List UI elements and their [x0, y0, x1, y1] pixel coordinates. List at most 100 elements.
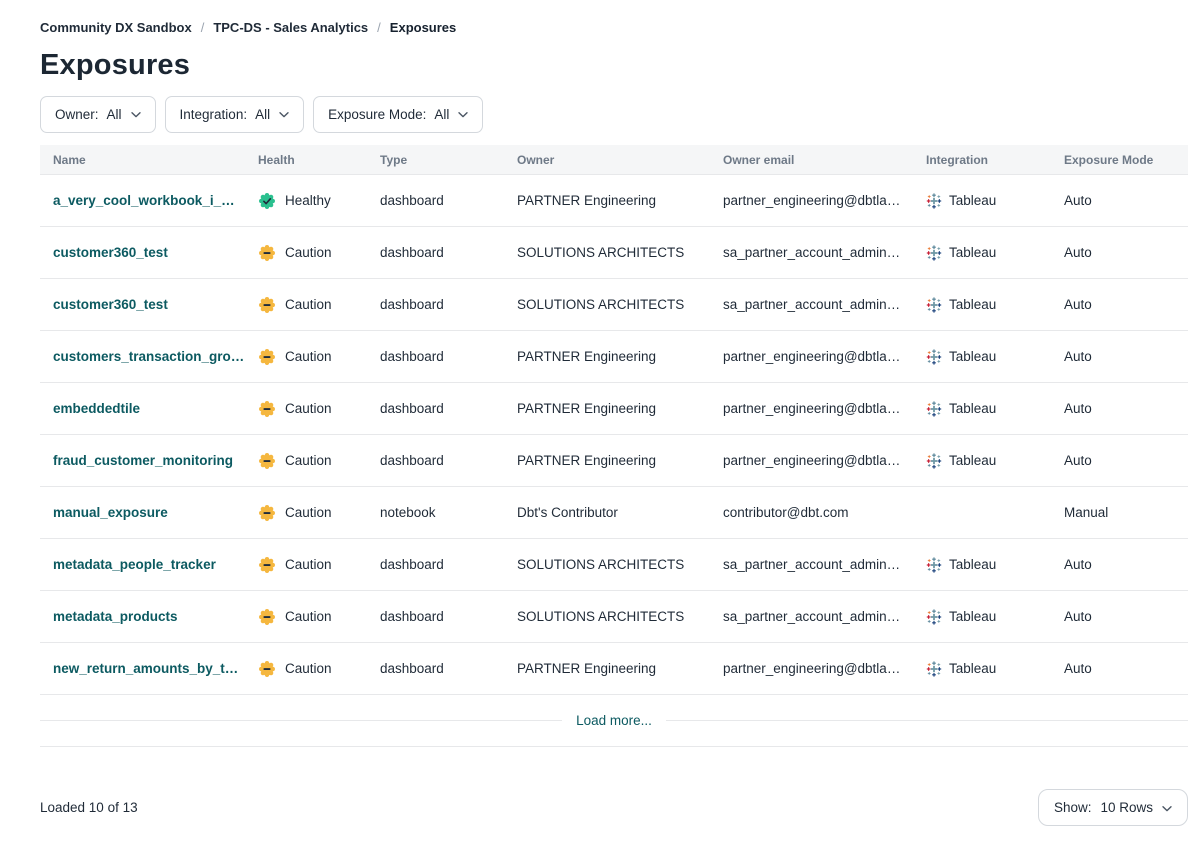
health-status-label: Caution — [285, 401, 332, 416]
exposure-name-link[interactable]: customer360_test — [53, 297, 168, 312]
name-cell: new_return_amounts_by_t… — [53, 661, 258, 676]
exposure-name-link[interactable]: metadata_people_tracker — [53, 557, 216, 572]
integration-label: Tableau — [949, 401, 996, 416]
tableau-icon — [926, 297, 942, 313]
table-row: customer360_test Caution dashboard — [40, 279, 1188, 331]
table-row: metadata_people_tracker Caution da — [40, 539, 1188, 591]
tableau-icon — [926, 193, 942, 209]
owner-filter-value: All — [107, 107, 122, 122]
health-cell: Caution — [258, 556, 380, 574]
exposure-mode: Manual — [1064, 505, 1188, 520]
exposure-type: dashboard — [380, 193, 517, 208]
exposure-type: dashboard — [380, 297, 517, 312]
health-status-icon — [258, 400, 276, 418]
health-cell: Caution — [258, 296, 380, 314]
integration-label: Tableau — [949, 245, 996, 260]
tableau-icon — [926, 245, 942, 261]
show-rows-value: 10 Rows — [1100, 800, 1153, 815]
health-status-icon — [258, 660, 276, 678]
exposure-mode: Auto — [1064, 401, 1188, 416]
owner-email: partner_engineering@dbtla… — [723, 453, 926, 468]
owner-email: sa_partner_account_admin… — [723, 609, 926, 624]
health-cell: Caution — [258, 452, 380, 470]
load-more-link[interactable]: Load more... — [562, 713, 666, 728]
column-header-owner-email: Owner email — [723, 153, 926, 167]
exposure-name-link[interactable]: customer360_test — [53, 245, 168, 260]
owner-name: PARTNER Engineering — [517, 661, 723, 676]
health-status-icon — [258, 348, 276, 366]
exposure-mode-filter-dropdown[interactable]: Exposure Mode: All — [313, 96, 483, 133]
health-cell: Caution — [258, 660, 380, 678]
health-status-label: Healthy — [285, 193, 331, 208]
breadcrumb-account-link[interactable]: Community DX Sandbox — [40, 20, 192, 35]
owner-name: PARTNER Engineering — [517, 401, 723, 416]
name-cell: fraud_customer_monitoring — [53, 453, 258, 468]
health-status-icon — [258, 504, 276, 522]
integration-label: Tableau — [949, 557, 996, 572]
exposure-name-link[interactable]: customers_transaction_gro… — [53, 349, 244, 364]
owner-email: partner_engineering@dbtla… — [723, 401, 926, 416]
tableau-icon — [926, 661, 942, 677]
chevron-down-icon — [279, 112, 289, 118]
table-row: metadata_products Caution dashboar — [40, 591, 1188, 643]
owner-email: partner_engineering@dbtla… — [723, 193, 926, 208]
breadcrumb-separator: / — [377, 20, 381, 35]
tableau-icon — [926, 453, 942, 469]
integration-label: Tableau — [949, 297, 996, 312]
table-body: a_very_cool_workbook_i_… Healthy d — [40, 175, 1188, 695]
exposure-name-link[interactable]: fraud_customer_monitoring — [53, 453, 233, 468]
exposure-name-link[interactable]: a_very_cool_workbook_i_… — [53, 193, 235, 208]
integration-filter-dropdown[interactable]: Integration: All — [165, 96, 305, 133]
integration-label: Tableau — [949, 349, 996, 364]
owner-email: contributor@dbt.com — [723, 505, 926, 520]
health-status-label: Caution — [285, 505, 332, 520]
exposure-mode: Auto — [1064, 193, 1188, 208]
exposure-type: dashboard — [380, 349, 517, 364]
health-status-icon — [258, 296, 276, 314]
name-cell: manual_exposure — [53, 505, 258, 520]
column-header-exposure-mode: Exposure Mode — [1064, 153, 1188, 167]
column-header-integration: Integration — [926, 153, 1064, 167]
health-cell: Caution — [258, 400, 380, 418]
integration-cell: Tableau — [926, 661, 1064, 677]
exposure-type: notebook — [380, 505, 517, 520]
breadcrumb-project-link[interactable]: TPC-DS - Sales Analytics — [213, 20, 368, 35]
column-header-health: Health — [258, 153, 380, 167]
health-status-label: Caution — [285, 557, 332, 572]
breadcrumb: Community DX Sandbox / TPC-DS - Sales An… — [40, 20, 1188, 35]
tableau-icon — [926, 557, 942, 573]
exposure-name-link[interactable]: embeddedtile — [53, 401, 140, 416]
integration-cell: Tableau — [926, 245, 1064, 261]
name-cell: a_very_cool_workbook_i_… — [53, 193, 258, 208]
owner-name: SOLUTIONS ARCHITECTS — [517, 245, 723, 260]
exposure-name-link[interactable]: metadata_products — [53, 609, 178, 624]
owner-email: partner_engineering@dbtla… — [723, 349, 926, 364]
name-cell: customers_transaction_gro… — [53, 349, 258, 364]
exposure-type: dashboard — [380, 661, 517, 676]
show-rows-dropdown[interactable]: Show: 10 Rows — [1038, 789, 1188, 826]
table-header-row: Name Health Type Owner Owner email Integ… — [40, 145, 1188, 175]
owner-filter-dropdown[interactable]: Owner: All — [40, 96, 156, 133]
health-status-icon — [258, 556, 276, 574]
breadcrumb-separator: / — [201, 20, 205, 35]
exposure-mode-filter-label: Exposure Mode: — [328, 107, 426, 122]
exposure-name-link[interactable]: manual_exposure — [53, 505, 168, 520]
owner-name: SOLUTIONS ARCHITECTS — [517, 557, 723, 572]
health-status-icon — [258, 608, 276, 626]
health-status-icon — [258, 452, 276, 470]
table-row: customers_transaction_gro… Caution — [40, 331, 1188, 383]
owner-name: SOLUTIONS ARCHITECTS — [517, 609, 723, 624]
page-title: Exposures — [40, 48, 1188, 83]
integration-label: Tableau — [949, 453, 996, 468]
tableau-icon — [926, 349, 942, 365]
divider — [40, 720, 562, 721]
name-cell: customer360_test — [53, 245, 258, 260]
tableau-icon — [926, 609, 942, 625]
exposure-type: dashboard — [380, 245, 517, 260]
exposure-name-link[interactable]: new_return_amounts_by_t… — [53, 661, 238, 676]
table-row: fraud_customer_monitoring Caution — [40, 435, 1188, 487]
chevron-down-icon — [131, 112, 141, 118]
health-status-label: Caution — [285, 349, 332, 364]
exposure-mode: Auto — [1064, 661, 1188, 676]
owner-name: PARTNER Engineering — [517, 453, 723, 468]
